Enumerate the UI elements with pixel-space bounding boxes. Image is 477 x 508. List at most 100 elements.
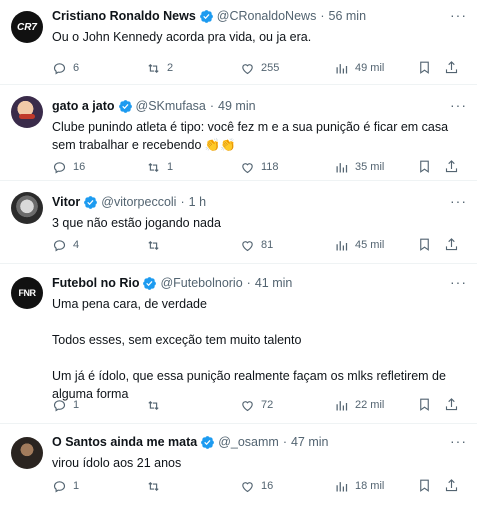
author-name[interactable]: gato a jato (52, 98, 115, 115)
timestamp[interactable]: 41 min (255, 275, 293, 292)
tweet-text: 3 que não estão jogando nada (52, 216, 221, 230)
verified-badge-icon (201, 436, 215, 449)
like-button[interactable]: 255 (240, 61, 334, 76)
author-handle[interactable]: @vitorpeccoli (101, 194, 176, 211)
view-count: 45 mil (355, 239, 385, 251)
like-button[interactable]: 72 (240, 398, 334, 413)
bookmark-icon[interactable] (417, 237, 432, 252)
heart-icon (242, 162, 253, 173)
like-count: 255 (261, 62, 280, 74)
view-count: 18 mil (355, 480, 385, 492)
cartoon-avatar-icon (19, 114, 35, 119)
heart-icon (242, 240, 253, 251)
reply-count: 6 (73, 62, 80, 74)
avatar[interactable]: CR7 (11, 11, 43, 43)
more-options-icon[interactable]: ··· (450, 98, 467, 113)
like-button[interactable]: 118 (240, 160, 334, 175)
separator: · (180, 195, 185, 209)
reply-icon (53, 161, 66, 174)
bookmark-icon[interactable] (417, 397, 432, 412)
views-chart-icon (336, 63, 348, 73)
views-chart-icon (336, 481, 348, 491)
retweet-button[interactable]: 2 (146, 61, 240, 76)
views-button[interactable]: 45 mil (334, 238, 384, 253)
timestamp[interactable]: 47 min (291, 434, 329, 451)
reply-button[interactable]: 1 (52, 479, 146, 494)
share-icon[interactable] (444, 159, 459, 174)
heart-icon (242, 63, 253, 74)
views-button[interactable]: 22 mil (334, 398, 384, 413)
reply-icon (53, 62, 66, 75)
reply-count: 16 (73, 161, 86, 173)
reply-icon (53, 239, 66, 252)
bookmark-icon[interactable] (417, 60, 432, 75)
retweet-icon (148, 240, 159, 250)
retweet-button[interactable] (146, 479, 240, 494)
views-button[interactable]: 18 mil (334, 479, 384, 494)
more-options-icon[interactable]: ··· (450, 434, 467, 449)
timestamp[interactable]: 1 h (189, 194, 206, 211)
separator: · (246, 276, 251, 290)
more-options-icon[interactable]: ··· (450, 275, 467, 290)
view-count: 49 mil (355, 62, 385, 74)
like-button[interactable]: 16 (240, 479, 334, 494)
views-button[interactable]: 49 mil (334, 61, 384, 76)
retweet-count: 2 (167, 62, 174, 74)
retweet-icon (148, 63, 159, 73)
retweet-icon (148, 481, 159, 491)
view-count: 22 mil (355, 399, 385, 411)
tweet[interactable]: gato a jato @SKmufasa · 49 min ··· Clube… (0, 85, 477, 181)
tweet[interactable]: CR7 Cristiano Ronaldo News @CRonaldoNews… (0, 0, 477, 85)
author-name[interactable]: Futebol no Rio (52, 275, 139, 292)
more-options-icon[interactable]: ··· (450, 8, 467, 23)
reply-icon (53, 480, 66, 493)
verified-badge-icon (118, 100, 132, 113)
tweet[interactable]: Vitor @vitorpeccoli · 1 h ··· 3 que não … (0, 181, 477, 264)
author-handle[interactable]: @Futebolnorio (160, 275, 242, 292)
author-name[interactable]: Vitor (52, 194, 80, 211)
author-handle[interactable]: @SKmufasa (136, 98, 206, 115)
views-chart-icon (336, 400, 348, 410)
share-icon[interactable] (444, 478, 459, 493)
retweet-button[interactable] (146, 238, 240, 253)
reply-count: 4 (73, 239, 80, 251)
author-handle[interactable]: @_osamm (218, 434, 279, 451)
cr7-logo-icon: CR7 (16, 21, 37, 33)
separator: · (282, 435, 287, 449)
tweet[interactable]: FNR Futebol no Rio @Futebolnorio · 41 mi… (0, 264, 477, 424)
bookmark-icon[interactable] (417, 478, 432, 493)
tweet-feed: CR7 Cristiano Ronaldo News @CRonaldoNews… (0, 0, 477, 508)
like-count: 16 (261, 480, 274, 492)
views-button[interactable]: 35 mil (334, 160, 384, 175)
avatar[interactable]: FNR (11, 277, 43, 309)
avatar[interactable] (11, 437, 43, 469)
reply-button[interactable]: 1 (52, 398, 146, 413)
avatar[interactable] (11, 192, 43, 224)
like-button[interactable]: 81 (240, 238, 334, 253)
more-options-icon[interactable]: ··· (450, 194, 467, 209)
views-chart-icon (336, 240, 348, 250)
views-chart-icon (336, 162, 348, 172)
retweet-icon (148, 400, 159, 410)
author-name[interactable]: Cristiano Ronaldo News (52, 8, 196, 25)
author-name[interactable]: O Santos ainda me mata (52, 434, 197, 451)
retweet-button[interactable] (146, 398, 240, 413)
reply-button[interactable]: 6 (52, 61, 146, 76)
share-icon[interactable] (444, 237, 459, 252)
reply-count: 1 (73, 399, 80, 411)
tweet[interactable]: O Santos ainda me mata @_osamm · 47 min … (0, 424, 477, 508)
timestamp[interactable]: 56 min (329, 8, 367, 25)
author-handle[interactable]: @CRonaldoNews (217, 8, 317, 25)
share-icon[interactable] (444, 397, 459, 412)
avatar[interactable] (11, 96, 43, 128)
bookmark-icon[interactable] (417, 159, 432, 174)
tweet-text: Ou o John Kennedy acorda pra vida, ou ja… (52, 30, 312, 44)
timestamp[interactable]: 49 min (218, 98, 256, 115)
tweet-text: Uma pena cara, de verdade Todos esses, s… (52, 297, 446, 401)
tweet-text: Clube punindo atleta é tipo: você fez m … (52, 120, 449, 152)
reply-button[interactable]: 4 (52, 238, 146, 253)
retweet-button[interactable]: 1 (146, 160, 240, 175)
reply-button[interactable]: 16 (52, 160, 146, 175)
share-icon[interactable] (444, 60, 459, 75)
heart-icon (242, 481, 253, 492)
